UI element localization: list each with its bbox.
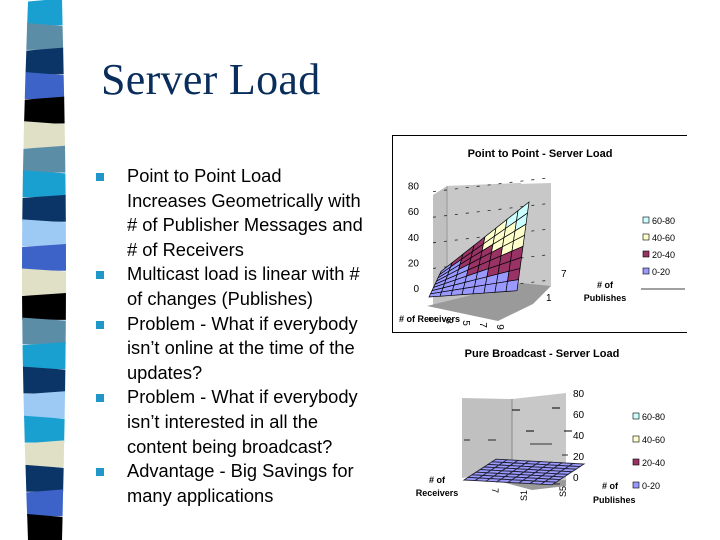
y-axis-title: Publishes	[593, 495, 636, 505]
bullet-text-line: Increases Geometrically with	[127, 189, 361, 211]
stripe-segment	[24, 96, 65, 124]
legend-label: 60-80	[652, 216, 675, 226]
stripe-segment	[22, 170, 66, 198]
bullet-list: Point to Point Load Increases Geometrical…	[96, 164, 396, 508]
x-axis-title: # of Receivers	[399, 314, 460, 324]
stripe-segment	[24, 415, 65, 443]
legend-swatch	[632, 412, 640, 420]
pure-broadcast-chart: Pure Broadcast - Server Load 0 20 40 60 80 7 S1…	[392, 332, 720, 507]
bullet-item: Multicast load is linear with # of change…	[96, 262, 396, 311]
bullet-text-line: of changes (Publishes)	[127, 287, 313, 309]
square-bullet-icon	[96, 320, 104, 329]
point-to-point-chart: Point to Point - Server Load 0 20 40 60 80 1 3 5…	[392, 135, 687, 333]
stripe-segment	[22, 293, 66, 320]
stripe-segment	[22, 366, 66, 394]
bullet-text-line: many applications	[127, 484, 274, 506]
bullet-text-line: # of Publisher Messages and	[127, 214, 363, 236]
stripe-segment	[26, 23, 64, 50]
stripe-segment	[22, 145, 66, 173]
y-tick-label: S5	[558, 486, 568, 497]
legend-swatch	[642, 267, 650, 275]
surface-cell	[505, 279, 519, 292]
z-tick-label: 60	[408, 207, 420, 218]
square-bullet-icon	[96, 394, 104, 403]
legend-label: 0-20	[642, 481, 660, 491]
bullet-text-line: Problem - What if everybody	[127, 312, 358, 334]
legend-swatch	[642, 233, 650, 241]
legend-label: 20-40	[652, 250, 675, 260]
legend-label: 40-60	[642, 435, 665, 445]
x-tick-label: 5	[460, 320, 471, 326]
x-tick-label: 9	[494, 324, 505, 330]
z-tick-label: 60	[573, 410, 585, 421]
y-tick-label: 1	[546, 293, 552, 304]
x-tick-label: 7	[490, 488, 500, 493]
x-tick-label: 7	[477, 322, 488, 328]
x-axis-title: Receivers	[416, 488, 459, 498]
bullet-text-line: Problem - What if everybody	[127, 386, 358, 408]
z-tick-label: 20	[408, 258, 420, 269]
chart-title: Pure Broadcast - Server Load	[465, 348, 620, 360]
pure-broadcast-surface: Pure Broadcast - Server Load 0 20 40 60 80 7 S1…	[416, 348, 665, 505]
z-tick-label: 40	[408, 233, 420, 244]
bullet-item: Advantage - Big Savings for many applicat…	[96, 459, 396, 508]
y-axis-title: # of	[602, 481, 619, 491]
y-axis-title: Publishes	[584, 293, 627, 303]
stripe-segment	[26, 489, 64, 517]
bullet-text-line: isn’t online at the time of the	[127, 337, 355, 359]
stripe-segment	[24, 72, 65, 99]
slide-title: Server Load	[101, 55, 321, 104]
bullet-text-line: isn’t interested in all the	[127, 410, 319, 432]
surface-cell	[483, 282, 497, 294]
bullet-text-line: # of Receivers	[127, 238, 244, 260]
bullet-text-line: Advantage - Big Savings for	[127, 460, 354, 482]
square-bullet-icon	[96, 173, 104, 181]
legend-label: 40-60	[652, 233, 675, 243]
stripe-segment	[27, 0, 63, 26]
stripe-segment	[22, 243, 66, 271]
legend-swatch	[632, 481, 640, 489]
stripe-segment	[25, 464, 64, 492]
stripe-segment	[22, 194, 66, 222]
legend-swatch	[632, 435, 640, 443]
bullet-item: Problem - What if everybody isn’t interes…	[96, 385, 396, 459]
stripe-segment	[22, 342, 66, 369]
legend-label: 60-80	[642, 412, 665, 422]
bullet-text-line: content being broadcast?	[127, 435, 333, 457]
legend-swatch	[642, 216, 650, 224]
square-bullet-icon	[96, 271, 104, 280]
stripe-segment	[25, 47, 64, 75]
stripe-segment	[27, 513, 63, 540]
z-tick-label: 20	[573, 452, 585, 463]
bullet-item: Point to Point Load Increases Geometrical…	[96, 164, 396, 262]
z-tick-label: 0	[413, 284, 419, 295]
y-axis-title: # of	[597, 280, 614, 290]
surface-cell	[494, 280, 508, 293]
z-tick-label: 80	[408, 182, 420, 193]
x-axis-title: # of	[429, 475, 446, 485]
stripe-segment	[23, 391, 66, 419]
stripe-segment	[22, 219, 66, 247]
bullet-text-line: updates?	[127, 361, 203, 383]
bullet-item: Problem - What if everybody isn’t online …	[96, 312, 396, 386]
z-tick-label: 0	[573, 473, 579, 484]
z-tick-label: 40	[573, 431, 585, 442]
stripe-segment	[22, 268, 66, 296]
point-to-point-surface: Point to Point - Server Load0204060801 3 5…	[399, 148, 685, 330]
chart-title: Point to Point - Server Load	[468, 148, 613, 160]
y-tick-label: 7	[561, 269, 567, 280]
bullet-text-line: Multicast load is linear with #	[127, 263, 360, 285]
legend-label: 0-20	[652, 267, 670, 277]
stripe-segment	[24, 440, 65, 468]
legend-label: 20-40	[642, 458, 665, 468]
decorative-stripe-bar	[22, 0, 66, 540]
legend-swatch	[642, 250, 650, 258]
bullet-text-line: Point to Point Load	[127, 165, 282, 186]
y-tick-label: S1	[519, 490, 529, 501]
stripe-segment	[22, 317, 66, 345]
legend-swatch	[632, 458, 640, 466]
stripe-segment	[23, 121, 66, 149]
z-tick-label: 80	[573, 389, 585, 400]
square-bullet-icon	[96, 468, 104, 477]
